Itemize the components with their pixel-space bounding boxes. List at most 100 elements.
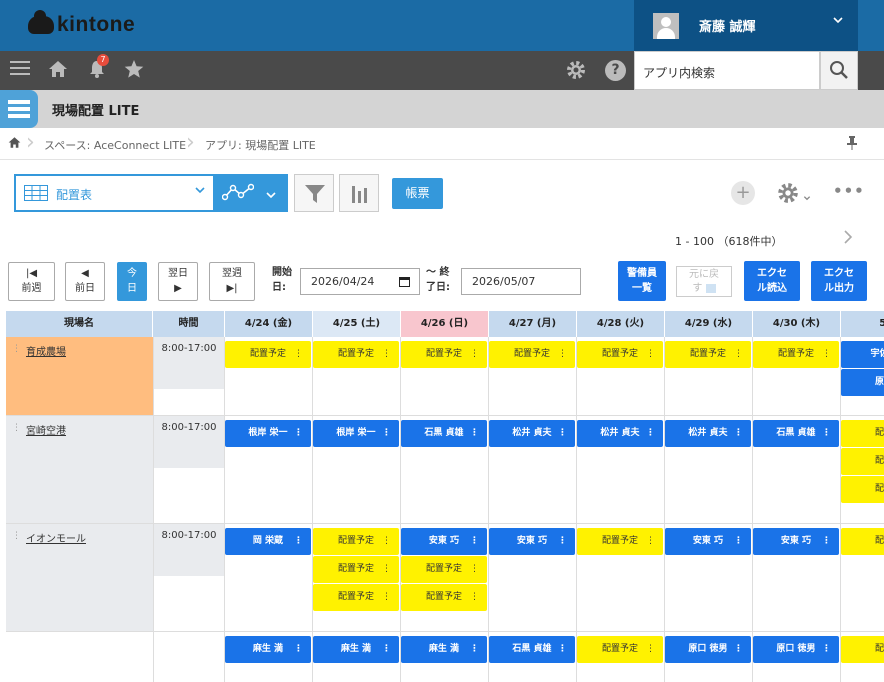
- chip-menu-icon[interactable]: ⋮: [822, 636, 831, 663]
- chip-menu-icon[interactable]: ⋮: [558, 341, 567, 368]
- today-button[interactable]: 今日: [117, 262, 147, 301]
- assigned-guard-chip[interactable]: 安東 巧 ⋮: [489, 528, 575, 555]
- next-week-button[interactable]: 翌週 ▶|: [209, 262, 255, 301]
- settings-button[interactable]: [776, 181, 812, 205]
- guard-list-button[interactable]: 警備員 一覧: [618, 261, 666, 301]
- chip-menu-icon[interactable]: ⋮: [822, 341, 831, 368]
- kintone-logo[interactable]: kintone: [28, 10, 135, 38]
- planned-placement-chip[interactable]: 配置予定 ⋮: [753, 341, 839, 368]
- excel-import-button[interactable]: エクセ ル読込: [744, 261, 800, 301]
- day-column-header[interactable]: 4/27 (月): [489, 311, 577, 337]
- chip-menu-icon[interactable]: ⋮: [294, 636, 303, 663]
- chip-menu-icon[interactable]: ⋮: [646, 636, 655, 663]
- planned-placement-chip[interactable]: 配置予定 ⋮: [313, 584, 399, 611]
- chip-menu-icon[interactable]: ⋮: [734, 528, 743, 555]
- chip-menu-icon[interactable]: ⋮: [646, 341, 655, 368]
- assigned-guard-chip[interactable]: 根岸 栄一 ⋮: [225, 420, 311, 447]
- search-input[interactable]: アプリ内検索: [634, 51, 820, 90]
- planned-placement-chip[interactable]: 配置予定 ⋮: [401, 341, 487, 368]
- assigned-guard-chip[interactable]: 麻生 満 ⋮: [313, 636, 399, 663]
- assigned-guard-chip[interactable]: 安東 巧 ⋮: [665, 528, 751, 555]
- pin-icon[interactable]: [847, 136, 857, 153]
- chip-menu-icon[interactable]: ⋮: [382, 341, 391, 368]
- prev-week-button[interactable]: |◀ 前週: [8, 262, 55, 301]
- chip-menu-icon[interactable]: ⋮: [734, 341, 743, 368]
- planned-placement-chip[interactable]: 配置予定 ⋮: [401, 556, 487, 583]
- assigned-guard-chip[interactable]: 松井 貞夫 ⋮: [577, 420, 663, 447]
- crumb-space[interactable]: スペース: AceConnect LITE: [44, 137, 186, 153]
- crumb-app[interactable]: アプリ: 現場配置 LITE: [205, 137, 316, 153]
- chip-menu-icon[interactable]: ⋮: [470, 420, 479, 447]
- planned-placement-chip[interactable]: 配置予定 ⋮: [489, 341, 575, 368]
- planned-placement-chip[interactable]: 配置予定 ⋮: [577, 528, 663, 555]
- assigned-guard-chip[interactable]: 石黒 貞雄 ⋮: [489, 636, 575, 663]
- drag-handle-icon[interactable]: ⋮: [12, 531, 21, 541]
- chip-menu-icon[interactable]: ⋮: [558, 420, 567, 447]
- user-menu[interactable]: 斎藤 誠輝: [634, 0, 858, 51]
- assigned-guard-chip[interactable]: 麻生 満 ⋮: [225, 636, 311, 663]
- site-name-link[interactable]: イオンモール: [26, 530, 86, 545]
- next-page-icon[interactable]: [843, 229, 853, 249]
- chip-menu-icon[interactable]: ⋮: [294, 341, 303, 368]
- assigned-guard-chip[interactable]: 麻生 満 ⋮: [401, 636, 487, 663]
- drag-handle-icon[interactable]: ⋮: [12, 423, 21, 433]
- chip-menu-icon[interactable]: ⋮: [382, 420, 391, 447]
- chip-menu-icon[interactable]: ⋮: [734, 636, 743, 663]
- excel-export-button[interactable]: エクセ ル出力: [811, 261, 867, 301]
- day-column-header[interactable]: 4/28 (火): [577, 311, 665, 337]
- day-column-header[interactable]: 4/24 (金): [225, 311, 313, 337]
- assigned-guard-chip[interactable]: 岡 栄蔵 ⋮: [225, 528, 311, 555]
- planned-placement-chip[interactable]: 配置予定 ⋮: [313, 528, 399, 555]
- planned-placement-chip[interactable]: 配置予定 ⋮: [313, 556, 399, 583]
- add-record-button[interactable]: +: [731, 181, 755, 205]
- site-name-link[interactable]: 宮崎空港: [26, 422, 66, 437]
- chip-menu-icon[interactable]: ⋮: [470, 528, 479, 555]
- chip-menu-icon[interactable]: ⋮: [382, 556, 391, 583]
- planned-placement-chip[interactable]: 配置予定 ⋮: [665, 341, 751, 368]
- chip-menu-icon[interactable]: ⋮: [294, 528, 303, 555]
- drag-handle-icon[interactable]: ⋮: [12, 344, 21, 354]
- undo-button[interactable]: 元に戻 す: [676, 266, 732, 297]
- assigned-guard-chip[interactable]: 原口 徳男 ⋮: [665, 636, 751, 663]
- filter-button[interactable]: [294, 174, 334, 212]
- chip-menu-icon[interactable]: ⋮: [382, 584, 391, 611]
- assigned-guard-chip[interactable]: 宇佐美⋮: [841, 341, 884, 368]
- planned-placement-chip[interactable]: 配置⋮: [841, 420, 884, 447]
- chip-menu-icon[interactable]: ⋮: [382, 528, 391, 555]
- star-icon[interactable]: [122, 59, 146, 81]
- chip-menu-icon[interactable]: ⋮: [470, 636, 479, 663]
- help-icon[interactable]: ?: [605, 60, 626, 81]
- day-column-header[interactable]: 4/25 (土): [313, 311, 401, 337]
- planned-placement-chip[interactable]: 配置予定 ⋮: [313, 341, 399, 368]
- day-column-header[interactable]: 4/30 (木): [753, 311, 841, 337]
- chip-menu-icon[interactable]: ⋮: [470, 341, 479, 368]
- day-column-header[interactable]: 4/29 (水): [665, 311, 753, 337]
- app-list-icon[interactable]: [0, 90, 38, 128]
- summary-button[interactable]: [339, 174, 379, 212]
- graph-button[interactable]: [213, 174, 288, 212]
- assigned-guard-chip[interactable]: 安東 巧 ⋮: [401, 528, 487, 555]
- start-date-input[interactable]: 2026/04/24: [300, 268, 420, 295]
- planned-placement-chip[interactable]: 配置⋮: [841, 448, 884, 475]
- chip-menu-icon[interactable]: ⋮: [470, 584, 479, 611]
- assigned-guard-chip[interactable]: 根岸 栄一 ⋮: [313, 420, 399, 447]
- assigned-guard-chip[interactable]: 安東 巧 ⋮: [753, 528, 839, 555]
- chip-menu-icon[interactable]: ⋮: [646, 528, 655, 555]
- planned-placement-chip[interactable]: 配置予定 ⋮: [401, 584, 487, 611]
- assigned-guard-chip[interactable]: 石黒 貞雄 ⋮: [753, 420, 839, 447]
- planned-placement-chip[interactable]: 配置予定 ⋮: [577, 341, 663, 368]
- next-day-button[interactable]: 翌日 ▶: [158, 262, 198, 301]
- assigned-guard-chip[interactable]: 石黒 貞雄 ⋮: [401, 420, 487, 447]
- home-crumb-icon[interactable]: [8, 136, 21, 152]
- planned-placement-chip[interactable]: 配置予定 ⋮: [225, 341, 311, 368]
- report-button[interactable]: 帳票: [392, 178, 443, 209]
- planned-placement-chip[interactable]: 配置⋮: [841, 476, 884, 503]
- gear-icon[interactable]: [565, 59, 587, 81]
- chip-menu-icon[interactable]: ⋮: [558, 636, 567, 663]
- chip-menu-icon[interactable]: ⋮: [470, 556, 479, 583]
- search-button[interactable]: [820, 51, 858, 90]
- prev-day-button[interactable]: ◀ 前日: [65, 262, 105, 301]
- planned-placement-chip[interactable]: 配置⋮: [841, 636, 884, 663]
- menu-icon[interactable]: [8, 59, 32, 81]
- assigned-guard-chip[interactable]: 松井 貞夫 ⋮: [665, 420, 751, 447]
